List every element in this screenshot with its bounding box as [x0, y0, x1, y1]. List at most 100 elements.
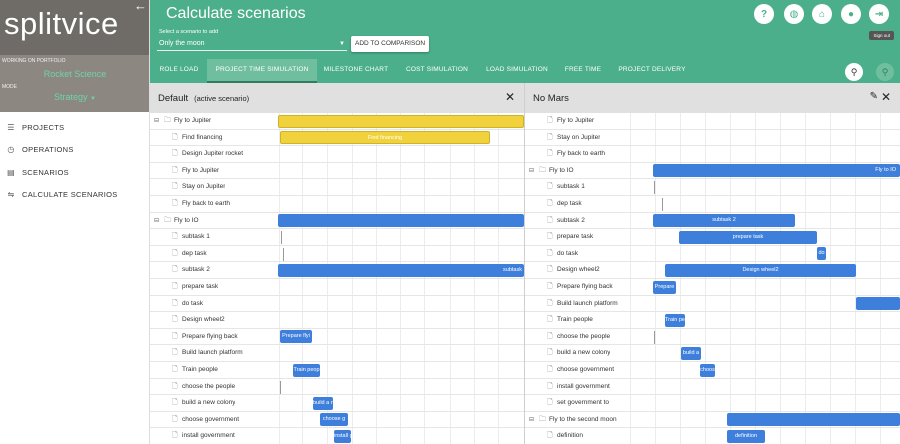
panel-title-text: No Mars: [533, 93, 569, 104]
tab-free-time[interactable]: FREE TIME: [560, 59, 606, 83]
gantt-task-row[interactable]: 🗋 prepare task: [150, 279, 524, 296]
gantt-bar[interactable]: install g: [334, 429, 351, 443]
collapse-icon[interactable]: ⊟: [529, 416, 534, 423]
gantt-task-row[interactable]: 🗋 Train people: [525, 312, 900, 329]
gantt-body: 🗋 Fly to Jupiter 🗋 Stay on Jupiter 🗋 Fly back…: [525, 113, 900, 444]
gantt-task-row[interactable]: 🗋 Stay on Jupiter: [150, 179, 524, 196]
task-label: prepare task: [557, 233, 594, 241]
user-icon[interactable]: ●: [841, 4, 861, 24]
panel-title: No Mars: [533, 93, 569, 104]
task-label: Build launch platform: [557, 299, 618, 307]
folder-icon: 🗀: [539, 415, 546, 423]
gantt-task-row[interactable]: 🗋 Design Jupiter rocket: [150, 146, 524, 163]
gantt-bar[interactable]: [278, 114, 524, 128]
gantt-task-row[interactable]: 🗋 Prepare flying back: [150, 329, 524, 346]
gantt-task-row[interactable]: 🗋 build a new colony: [525, 345, 900, 362]
collapse-icon[interactable]: ⊟: [154, 217, 159, 224]
gantt-task-row[interactable]: 🗋 Stay on Jupiter: [525, 130, 900, 147]
task-label: choose government: [182, 415, 240, 423]
sidebar-item-projects[interactable]: ☰ PROJECTS: [0, 116, 149, 139]
milestone-marker: [281, 231, 282, 245]
tab-project-delivery[interactable]: PROJECT DELIVERY: [612, 59, 692, 83]
tab-role-load[interactable]: ROLE LOAD: [150, 59, 208, 83]
file-icon: 🗋: [547, 283, 553, 290]
gantt-task-row[interactable]: 🗋 Fly to Jupiter: [525, 113, 900, 130]
gantt-task-row[interactable]: 🗋 build a new colony: [150, 395, 524, 412]
back-arrow-icon[interactable]: ←: [134, 0, 147, 13]
tab-cost-simulation[interactable]: COST SIMULATION: [397, 59, 477, 83]
gantt-bar[interactable]: Prepare: [653, 280, 676, 294]
collapse-icon[interactable]: ⊟: [154, 117, 159, 124]
gantt-bar[interactable]: build a n: [313, 396, 333, 410]
gantt-task-row[interactable]: 🗋 set government to: [525, 395, 900, 412]
task-label: Prepare flying back: [557, 283, 613, 290]
collapse-icon[interactable]: ⊟: [529, 167, 534, 174]
tab-load-simulation[interactable]: LOAD SIMULATION: [478, 59, 556, 83]
task-label: prepare task: [182, 283, 219, 290]
panel-header: No Mars ✎ ✕: [525, 83, 900, 113]
gantt-task-row[interactable]: 🗋 do task: [525, 246, 900, 263]
search-icon[interactable]: ⚲: [845, 63, 863, 81]
gantt-task-row[interactable]: 🗋 do task: [150, 296, 524, 313]
close-icon[interactable]: ✕: [505, 90, 515, 104]
sidebar-item-label: CALCULATE SCENARIOS: [22, 190, 118, 200]
panel-divider: [524, 83, 525, 444]
gantt-task-row[interactable]: 🗋 dep task: [150, 246, 524, 263]
home-icon[interactable]: ⌂: [812, 4, 832, 24]
gantt-bar[interactable]: Find financing: [280, 131, 490, 145]
mode-select[interactable]: Strategy ▼: [0, 92, 150, 102]
gantt-bar[interactable]: Design wheel2: [665, 263, 856, 277]
gantt-task-row[interactable]: 🗋 Fly back to earth: [525, 146, 900, 163]
gantt-bar[interactable]: subtask: [278, 263, 524, 277]
gantt-bar[interactable]: build a: [681, 346, 701, 360]
add-to-comparison-button[interactable]: ADD TO COMPARISON: [351, 36, 430, 52]
sidebar-item-operations[interactable]: ◷ OPERATIONS: [0, 139, 149, 162]
gantt-bar[interactable]: Fly to IO: [653, 164, 900, 178]
gantt-task-row[interactable]: 🗋 choose the people: [525, 329, 900, 346]
gantt-bar[interactable]: choos: [700, 363, 715, 377]
gantt-bar[interactable]: [278, 214, 524, 228]
globe-icon[interactable]: ◍: [784, 4, 804, 24]
gantt-task-row[interactable]: 🗋 choose the people: [150, 379, 524, 396]
tab-milestone-chart[interactable]: MILESTONE CHART: [317, 59, 395, 83]
edit-icon[interactable]: ✎: [870, 91, 878, 102]
sidebar-item-label: PROJECTS: [22, 122, 65, 132]
gantt-bar[interactable]: prepare task: [679, 230, 817, 244]
gantt-task-row[interactable]: 🗋 dep task: [525, 196, 900, 213]
close-icon[interactable]: ✕: [881, 90, 891, 104]
gantt-bar[interactable]: do: [817, 247, 826, 261]
gantt-task-row[interactable]: 🗋 subtask 1: [150, 229, 524, 246]
gantt-bar[interactable]: Train peop: [293, 363, 320, 377]
tab-project-time-simulation[interactable]: PROJECT TIME SIMULATION: [207, 59, 317, 83]
gantt-task-row[interactable]: 🗋 Train people: [150, 362, 524, 379]
task-label: Prepare flying back: [182, 332, 238, 340]
gantt-bar[interactable]: Prepare flyi: [280, 330, 312, 344]
sign-out-icon[interactable]: ⇥: [869, 4, 889, 24]
gantt-task-row[interactable]: 🗋 Design wheel2: [150, 312, 524, 329]
portfolio-name[interactable]: Rocket Science: [0, 69, 150, 79]
gantt-bar[interactable]: [727, 413, 900, 427]
file-icon: 🗋: [172, 249, 178, 257]
gantt-task-row[interactable]: 🗋 Build launch platform: [150, 345, 524, 362]
scenario-select[interactable]: Only the moon ▼: [157, 38, 347, 51]
gantt-task-row[interactable]: 🗋 Fly back to earth: [150, 196, 524, 213]
file-icon: 🗋: [172, 183, 178, 191]
gantt-task-row[interactable]: 🗋 Build launch platform: [525, 296, 900, 313]
file-icon: 🗋: [547, 233, 553, 241]
gantt-bar[interactable]: choose g: [320, 413, 348, 427]
gantt-task-row[interactable]: 🗋 install government: [525, 379, 900, 396]
gantt-task-row[interactable]: 🗋 Fly to Jupiter: [150, 163, 524, 180]
file-icon: 🗋: [547, 316, 553, 324]
gantt-bar[interactable]: [856, 297, 900, 311]
gantt-bar[interactable]: Train pe: [665, 313, 685, 327]
gantt-task-row[interactable]: 🗋 definition: [525, 428, 900, 444]
gantt-task-row[interactable]: 🗋 subtask 1: [525, 179, 900, 196]
gantt-task-row[interactable]: 🗋 Prepare flying back: [525, 279, 900, 296]
sidebar-item-scenarios[interactable]: ▤ SCENARIOS: [0, 161, 149, 184]
gantt-bar[interactable]: subtask 2: [653, 214, 795, 228]
sidebar-item-calculate-scenarios[interactable]: ⇋ CALCULATE SCENARIOS: [0, 184, 149, 207]
help-icon[interactable]: ?: [754, 4, 774, 24]
gantt-bar[interactable]: definition: [727, 429, 765, 443]
panel-title: Default (active scenario): [158, 93, 249, 104]
zoom-icon[interactable]: ⚲: [876, 63, 894, 81]
